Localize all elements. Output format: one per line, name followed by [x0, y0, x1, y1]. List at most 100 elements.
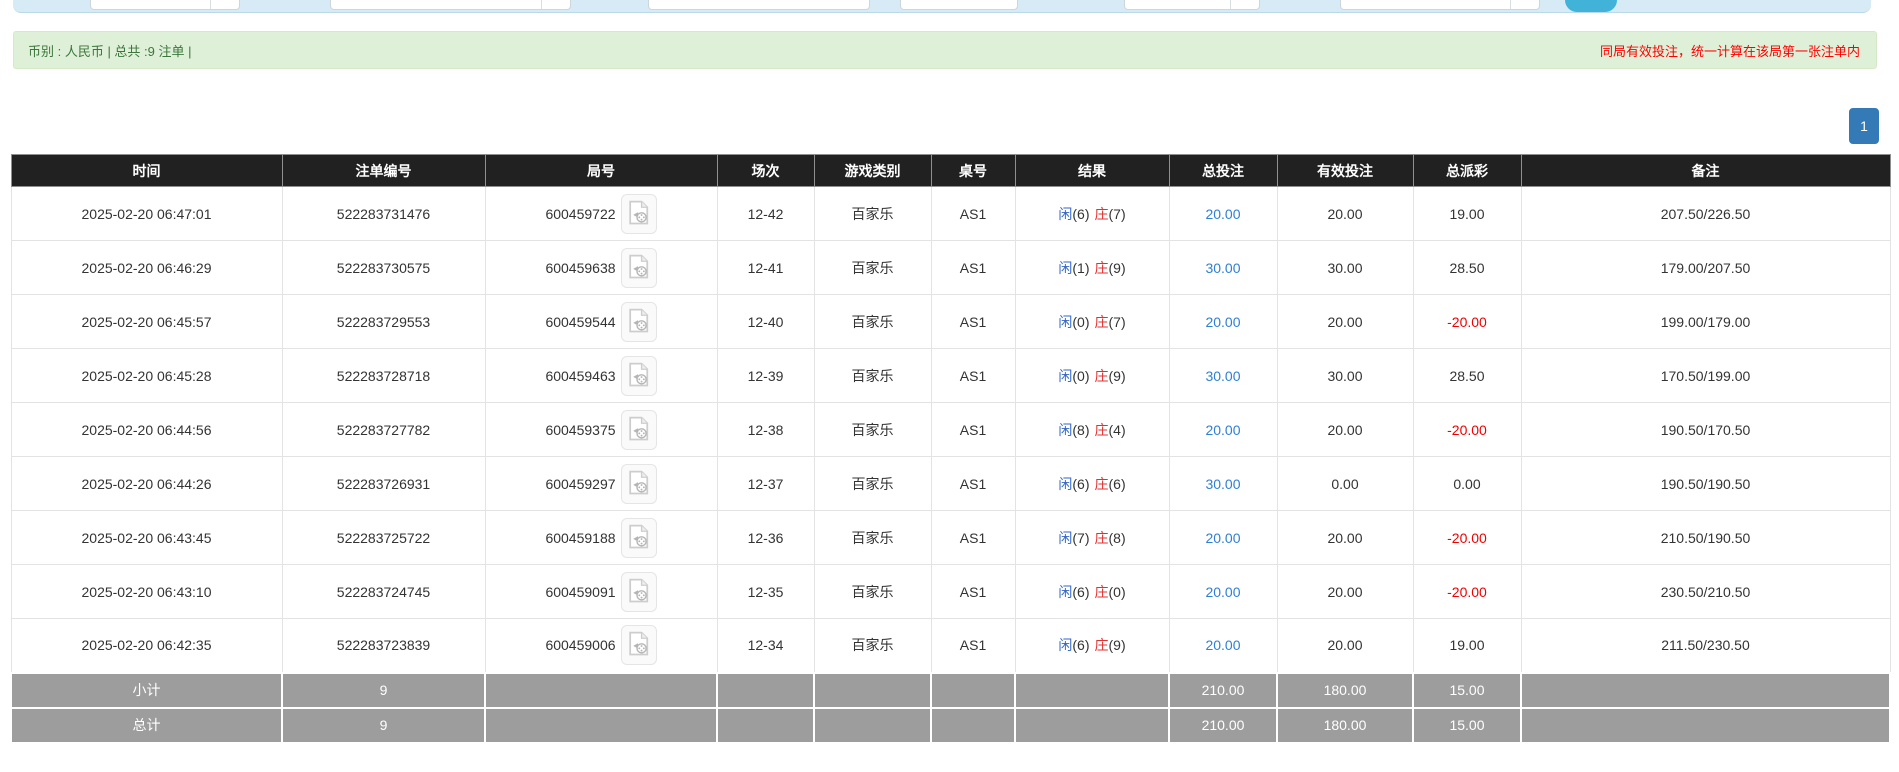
time-cell: 2025-02-20 06:46:29 — [11, 241, 282, 295]
table-number-cell: AS1 — [931, 403, 1015, 457]
bet-records-table: 时间 注单编号 局号 场次 游戏类别 桌号 结果 总投注 有效投注 总派彩 备注… — [10, 154, 1891, 744]
total-bet-cell: 20.00 — [1169, 187, 1277, 241]
col-header-time: 时间 — [11, 155, 282, 187]
subtotal-row: 小计 9 210.00 180.00 15.00 — [11, 673, 1890, 708]
total-bet-cell: 20.00 — [1169, 295, 1277, 349]
table-number-cell: AS1 — [931, 511, 1015, 565]
player-result-label: 闲 — [1058, 368, 1072, 384]
video-replay-button[interactable] — [621, 625, 657, 665]
subtotal-total-bet: 210.00 — [1169, 673, 1277, 708]
filter-field-3[interactable] — [648, 0, 870, 10]
video-file-icon — [628, 578, 649, 606]
col-header-game-type: 游戏类别 — [814, 155, 931, 187]
select-divider — [1230, 0, 1231, 9]
col-header-valid-bet: 有效投注 — [1277, 155, 1413, 187]
total-bet-link[interactable]: 20.00 — [1205, 422, 1240, 438]
result-cell: 闲(6)庄(6) — [1015, 457, 1169, 511]
grand-total-row: 总计 9 210.00 180.00 15.00 — [11, 708, 1890, 743]
video-replay-button[interactable] — [621, 248, 657, 288]
grand-total-label: 总计 — [11, 708, 282, 743]
table-row: 2025-02-20 06:43:45 522283725722 6004591… — [11, 511, 1890, 565]
video-replay-button[interactable] — [621, 518, 657, 558]
banker-result-score: (4) — [1109, 422, 1126, 438]
round-cell: 600459722 — [485, 187, 717, 241]
payout-cell: -20.00 — [1413, 295, 1521, 349]
video-replay-button[interactable] — [621, 572, 657, 612]
game-type-cell: 百家乐 — [814, 565, 931, 619]
player-result-score: (0) — [1072, 314, 1089, 330]
banker-result-score: (9) — [1109, 260, 1126, 276]
result-cell: 闲(7)庄(8) — [1015, 511, 1169, 565]
total-bet-link[interactable]: 20.00 — [1205, 314, 1240, 330]
valid-bet-cell: 20.00 — [1277, 619, 1413, 673]
time-cell: 2025-02-20 06:42:35 — [11, 619, 282, 673]
banker-result-score: (7) — [1109, 206, 1126, 222]
game-type-cell: 百家乐 — [814, 295, 931, 349]
video-file-icon — [628, 200, 649, 228]
filter-field-6[interactable] — [1340, 0, 1540, 10]
round-number: 600459722 — [545, 206, 615, 222]
result-cell: 闲(6)庄(7) — [1015, 187, 1169, 241]
remark-cell: 179.00/207.50 — [1521, 241, 1890, 295]
pagination-page-1-button[interactable]: 1 — [1849, 108, 1879, 144]
player-result-label: 闲 — [1058, 314, 1072, 330]
remark-cell: 170.50/199.00 — [1521, 349, 1890, 403]
filter-field-5[interactable] — [1124, 0, 1260, 10]
col-header-payout: 总派彩 — [1413, 155, 1521, 187]
select-divider — [1510, 0, 1511, 9]
banker-result-score: (9) — [1109, 368, 1126, 384]
valid-bet-cell: 20.00 — [1277, 403, 1413, 457]
video-replay-button[interactable] — [621, 410, 657, 450]
banker-result-score: (0) — [1109, 584, 1126, 600]
total-bet-link[interactable]: 20.00 — [1205, 584, 1240, 600]
round-number: 600459463 — [545, 368, 615, 384]
video-replay-button[interactable] — [621, 464, 657, 504]
table-row: 2025-02-20 06:43:10 522283724745 6004590… — [11, 565, 1890, 619]
total-bet-link[interactable]: 20.00 — [1205, 530, 1240, 546]
banker-result-label: 庄 — [1095, 368, 1109, 384]
video-replay-button[interactable] — [621, 356, 657, 396]
session-cell: 12-40 — [717, 295, 814, 349]
player-result-label: 闲 — [1058, 476, 1072, 492]
round-cell: 600459638 — [485, 241, 717, 295]
time-cell: 2025-02-20 06:45:28 — [11, 349, 282, 403]
table-row: 2025-02-20 06:44:56 522283727782 6004593… — [11, 403, 1890, 457]
search-button[interactable] — [1565, 0, 1617, 12]
valid-bet-cell: 30.00 — [1277, 349, 1413, 403]
filter-field-4[interactable] — [900, 0, 1018, 10]
video-replay-button[interactable] — [621, 194, 657, 234]
result-cell: 闲(6)庄(9) — [1015, 619, 1169, 673]
total-bet-link[interactable]: 20.00 — [1205, 637, 1240, 653]
total-bet-link[interactable]: 30.00 — [1205, 368, 1240, 384]
payout-cell: -20.00 — [1413, 511, 1521, 565]
player-result-score: (6) — [1072, 206, 1089, 222]
banker-result-score: (8) — [1109, 530, 1126, 546]
subtotal-payout: 15.00 — [1413, 673, 1521, 708]
total-bet-cell: 30.00 — [1169, 241, 1277, 295]
valid-bet-cell: 30.00 — [1277, 241, 1413, 295]
total-bet-cell: 20.00 — [1169, 511, 1277, 565]
payout-cell: -20.00 — [1413, 565, 1521, 619]
col-header-round: 局号 — [485, 155, 717, 187]
total-bet-link[interactable]: 30.00 — [1205, 476, 1240, 492]
time-cell: 2025-02-20 06:43:45 — [11, 511, 282, 565]
table-row: 2025-02-20 06:47:01 522283731476 6004597… — [11, 187, 1890, 241]
game-type-cell: 百家乐 — [814, 403, 931, 457]
payout-cell: 19.00 — [1413, 619, 1521, 673]
summary-totals-text: 币别 : 人民币 | 总共 :9 注单 | — [28, 41, 192, 60]
valid-bet-cell: 20.00 — [1277, 511, 1413, 565]
video-file-icon — [628, 416, 649, 444]
payout-cell: 0.00 — [1413, 457, 1521, 511]
subtotal-label: 小计 — [11, 673, 282, 708]
video-replay-button[interactable] — [621, 302, 657, 342]
filter-field-2[interactable] — [330, 0, 571, 10]
filter-field-1[interactable] — [90, 0, 240, 10]
session-cell: 12-39 — [717, 349, 814, 403]
video-file-icon — [628, 524, 649, 552]
total-bet-link[interactable]: 20.00 — [1205, 206, 1240, 222]
session-cell: 12-34 — [717, 619, 814, 673]
table-footer: 小计 9 210.00 180.00 15.00 总计 9 210.00 180… — [11, 673, 1890, 743]
round-cell: 600459297 — [485, 457, 717, 511]
bet-number-cell: 522283731476 — [282, 187, 485, 241]
total-bet-link[interactable]: 30.00 — [1205, 260, 1240, 276]
